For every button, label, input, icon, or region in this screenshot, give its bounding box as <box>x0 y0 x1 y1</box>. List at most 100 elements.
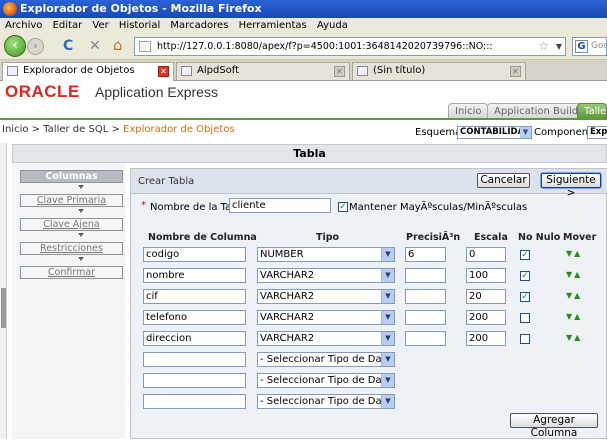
reload-icon[interactable]: C <box>63 39 73 53</box>
column-type-select[interactable]: VARCHAR2 ▼ <box>257 310 395 325</box>
tab-inicio[interactable]: Inicio <box>448 103 489 118</box>
col-header-not-null: No Nulo <box>518 232 561 243</box>
move-up-icon[interactable]: ▲ <box>574 291 582 300</box>
next-button[interactable]: Siguiente > <box>541 173 601 199</box>
scale-input[interactable]: 20 <box>466 289 506 304</box>
move-down-icon[interactable]: ▼ <box>566 333 574 342</box>
column-name-input[interactable]: cif <box>143 289 246 304</box>
tab-label: (Sin título) <box>373 65 426 76</box>
menu-historial[interactable]: Historial <box>119 18 160 33</box>
search-box[interactable]: G Goo <box>572 37 607 56</box>
url-text: http://127.0.0.1:8080/apex/f?p=4500:1001… <box>157 41 493 52</box>
stop-icon[interactable]: ✕ <box>89 39 101 53</box>
menu-bar: Archivo Editar Ver Historial Marcadores … <box>0 18 607 33</box>
chevron-down-icon: ▼ <box>381 332 394 345</box>
move-down-icon[interactable]: ▼ <box>566 291 574 300</box>
column-type-select[interactable]: - Seleccionar Tipo de Dato - ▼ <box>257 394 395 409</box>
url-dropdown-icon[interactable]: ▼ <box>556 38 562 55</box>
scale-input[interactable]: 100 <box>466 268 506 283</box>
menu-herramientas[interactable]: Herramientas <box>239 18 307 33</box>
chevron-down-icon: ▼ <box>381 269 394 282</box>
column-type-select[interactable]: VARCHAR2 ▼ <box>257 331 395 346</box>
scale-input[interactable]: 0 <box>466 247 506 262</box>
column-type-select[interactable]: - Seleccionar Tipo de Dato - ▼ <box>257 352 395 367</box>
breadcrumb-home[interactable]: Inicio <box>2 124 28 135</box>
keep-case-checkbox[interactable]: ✓ <box>338 202 348 212</box>
not-null-checkbox[interactable]: ✓ <box>520 292 530 302</box>
tab-explorador[interactable]: Explorador de Objetos ✕ <box>2 62 174 81</box>
down-arrow-icon <box>78 257 84 261</box>
close-tab-icon[interactable]: ✕ <box>334 66 345 77</box>
wizard-step-columnas: Columnas <box>20 170 123 183</box>
menu-archivo[interactable]: Archivo <box>5 18 42 33</box>
column-type-select[interactable]: NUMBER ▼ <box>257 247 395 262</box>
column-name-input[interactable]: direccion <box>143 331 246 346</box>
cancel-button[interactable]: Cancelar <box>477 173 530 188</box>
forward-button[interactable]: › <box>27 38 44 55</box>
wizard-step-clave-primaria[interactable]: Clave Primaria <box>20 194 123 207</box>
not-null-checkbox[interactable]: ✓ <box>520 250 530 260</box>
menu-marcadores[interactable]: Marcadores <box>170 18 228 33</box>
scale-input[interactable]: 200 <box>466 310 506 325</box>
move-up-icon[interactable]: ▲ <box>574 249 582 258</box>
table-name-input[interactable]: cliente <box>229 198 331 213</box>
close-tab-icon[interactable]: ✕ <box>510 66 521 77</box>
home-icon[interactable]: ⌂ <box>113 38 123 53</box>
precision-input[interactable] <box>405 310 446 325</box>
grip-handle[interactable] <box>1 288 6 328</box>
column-name-input[interactable]: nombre <box>143 268 246 283</box>
url-bar[interactable]: http://127.0.0.1:8080/apex/f?p=4500:1001… <box>134 37 566 56</box>
chevron-down-icon: ▼ <box>381 374 394 387</box>
move-down-icon[interactable]: ▼ <box>566 270 574 279</box>
move-up-icon[interactable]: ▲ <box>574 333 582 342</box>
col-header-name: Nombre de Columna <box>148 232 257 243</box>
tab-sin-titulo[interactable]: (Sin título) ✕ <box>352 62 526 80</box>
not-null-checkbox[interactable] <box>520 334 530 344</box>
move-up-icon[interactable]: ▲ <box>574 312 582 321</box>
column-type-value: - Seleccionar Tipo de Dato - <box>260 354 395 365</box>
navigation-toolbar: ‹ › C ✕ ⌂ http://127.0.0.1:8080/apex/f?p… <box>0 33 607 60</box>
menu-editar[interactable]: Editar <box>53 18 83 33</box>
component-value: Explo <box>590 127 607 137</box>
precision-input[interactable] <box>405 268 446 283</box>
column-name-input[interactable]: telefono <box>143 310 246 325</box>
schema-select[interactable]: CONTABILIDAD ▼ <box>457 126 532 139</box>
move-up-icon[interactable]: ▲ <box>574 270 582 279</box>
column-name-input[interactable] <box>143 394 246 409</box>
bookmark-star-icon[interactable]: ☆ <box>538 38 549 55</box>
close-tab-icon[interactable]: ✕ <box>158 66 169 77</box>
chevron-down-icon: ▼ <box>520 127 531 138</box>
precision-input[interactable] <box>405 331 446 346</box>
region-title: Crear Tabla <box>138 176 195 187</box>
column-name-input[interactable]: codigo <box>143 247 246 262</box>
breadcrumb-separator: > <box>28 124 44 135</box>
menu-ver[interactable]: Ver <box>92 18 108 33</box>
back-button[interactable]: ‹ <box>4 35 26 57</box>
wizard-step-restricciones[interactable]: Restricciones <box>20 242 123 255</box>
column-type-select[interactable]: - Seleccionar Tipo de Dato - ▼ <box>257 373 395 388</box>
component-select[interactable]: Explo <box>587 126 607 139</box>
move-down-icon[interactable]: ▼ <box>566 249 574 258</box>
tab-alpdsoft[interactable]: AlpdSoft ✕ <box>176 62 350 80</box>
not-null-checkbox[interactable]: ✓ <box>520 271 530 281</box>
wizard-step-clave-ajena[interactable]: Clave Ajena <box>20 218 123 231</box>
column-name-input[interactable] <box>143 352 246 367</box>
menu-ayuda[interactable]: Ayuda <box>317 18 348 33</box>
firefox-icon <box>3 2 17 16</box>
add-column-button[interactable]: Agregar Columna <box>510 413 598 439</box>
breadcrumb-sql[interactable]: Taller de SQL <box>43 124 108 135</box>
move-down-icon[interactable]: ▼ <box>566 312 574 321</box>
column-type-select[interactable]: VARCHAR2 ▼ <box>257 289 395 304</box>
precision-input[interactable]: 6 <box>405 247 446 262</box>
move-controls: ▼▲ <box>566 312 582 321</box>
column-name-input[interactable] <box>143 373 246 388</box>
precision-input[interactable] <box>405 289 446 304</box>
side-panel-toggle[interactable] <box>0 143 7 439</box>
column-type-value: VARCHAR2 <box>260 312 315 323</box>
tab-taller[interactable]: Taller <box>577 103 607 118</box>
col-header-move: Mover <box>563 232 597 243</box>
scale-input[interactable]: 200 <box>466 331 506 346</box>
wizard-step-confirmar[interactable]: Confirmar <box>20 266 123 279</box>
not-null-checkbox[interactable] <box>520 313 530 323</box>
column-type-select[interactable]: VARCHAR2 ▼ <box>257 268 395 283</box>
